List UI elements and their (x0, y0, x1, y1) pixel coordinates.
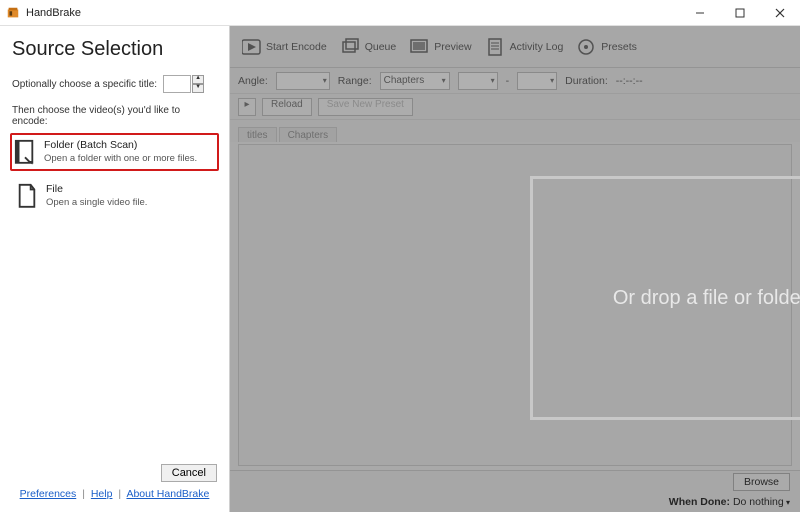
drop-zone[interactable]: Or drop a file or folder here ... (530, 176, 800, 420)
minimize-button[interactable] (680, 0, 720, 26)
range-combo[interactable]: Chapters▾ (380, 72, 450, 90)
preview-button[interactable]: Preview (404, 34, 477, 60)
folder-batch-scan-option[interactable]: Folder (Batch Scan) Open a folder with o… (10, 133, 219, 171)
file-option[interactable]: File Open a single video file. (12, 177, 217, 215)
panel-heading: Source Selection (12, 38, 217, 61)
duration-value: --:--:-- (616, 75, 643, 87)
folder-icon (14, 139, 36, 165)
title-controls-row: Angle: ▾ Range: Chapters▾ ▾ - ▾ Duration… (230, 68, 800, 94)
footer-links: Preferences | Help | About HandBrake (12, 488, 217, 504)
when-done-label: When Done: (669, 496, 730, 508)
range-value: Chapters (384, 75, 425, 86)
start-encode-button[interactable]: Start Encode (236, 34, 333, 60)
preview-icon (410, 38, 430, 56)
bottom-bar: Browse When Done: Do nothing (230, 470, 800, 512)
title-bar: HandBrake (0, 0, 800, 26)
title-spin-down[interactable]: ▼ (192, 84, 204, 93)
file-icon (16, 183, 38, 209)
title-spin-up[interactable]: ▲ (192, 75, 204, 84)
preferences-link[interactable]: Preferences (20, 488, 77, 500)
drop-zone-text: Or drop a file or folder here ... (613, 287, 800, 310)
queue-label: Queue (365, 41, 397, 53)
queue-icon (341, 38, 361, 56)
window-title: HandBrake (26, 7, 680, 19)
help-link[interactable]: Help (91, 488, 113, 500)
tab-subtitles[interactable]: titles (238, 127, 277, 142)
source-selection-panel: Source Selection Optionally choose a spe… (0, 26, 230, 512)
file-option-title: File (46, 183, 147, 196)
tabs-row: titles Chapters (230, 120, 800, 142)
tab-chapters[interactable]: Chapters (279, 127, 338, 142)
folder-option-title: Folder (Batch Scan) (44, 139, 197, 152)
presets-label: Presets (601, 41, 637, 53)
app-icon (6, 6, 20, 20)
log-icon (486, 38, 506, 56)
presets-button[interactable]: Presets (571, 34, 643, 60)
about-link[interactable]: About HandBrake (126, 488, 209, 500)
angle-label: Angle: (238, 75, 268, 87)
activity-log-button[interactable]: Activity Log (480, 34, 570, 60)
window-controls (680, 0, 800, 26)
duration-label: Duration: (565, 75, 608, 87)
preset-play-button[interactable]: ▸ (238, 98, 256, 116)
preview-label: Preview (434, 41, 471, 53)
cancel-button[interactable]: Cancel (161, 464, 217, 482)
presets-icon (577, 38, 597, 56)
when-done: When Done: Do nothing (669, 496, 790, 508)
reload-button[interactable]: Reload (262, 98, 312, 116)
title-number-input[interactable] (163, 75, 191, 93)
choose-title-label: Optionally choose a specific title: (12, 79, 157, 90)
angle-combo[interactable]: ▾ (276, 72, 330, 90)
queue-button[interactable]: Queue (335, 34, 403, 60)
activity-log-label: Activity Log (510, 41, 564, 53)
file-option-desc: Open a single video file. (46, 196, 147, 209)
when-done-dropdown[interactable]: Do nothing (733, 496, 790, 508)
then-choose-label: Then choose the video(s) you'd like to e… (12, 105, 217, 127)
save-new-preset-button[interactable]: Save New Preset (318, 98, 413, 116)
chapter-end-combo[interactable]: ▾ (517, 72, 557, 90)
toolbar: Start Encode Queue Preview Activity Log … (230, 26, 800, 68)
maximize-button[interactable] (720, 0, 760, 26)
chapter-start-combo[interactable]: ▾ (458, 72, 498, 90)
close-button[interactable] (760, 0, 800, 26)
folder-option-desc: Open a folder with one or more files. (44, 152, 197, 165)
browse-button[interactable]: Browse (733, 473, 790, 491)
play-icon (242, 38, 262, 56)
main-area: Start Encode Queue Preview Activity Log … (230, 26, 800, 512)
start-encode-label: Start Encode (266, 41, 327, 53)
range-label: Range: (338, 75, 372, 87)
preset-controls-row: ▸ Reload Save New Preset (230, 94, 800, 120)
